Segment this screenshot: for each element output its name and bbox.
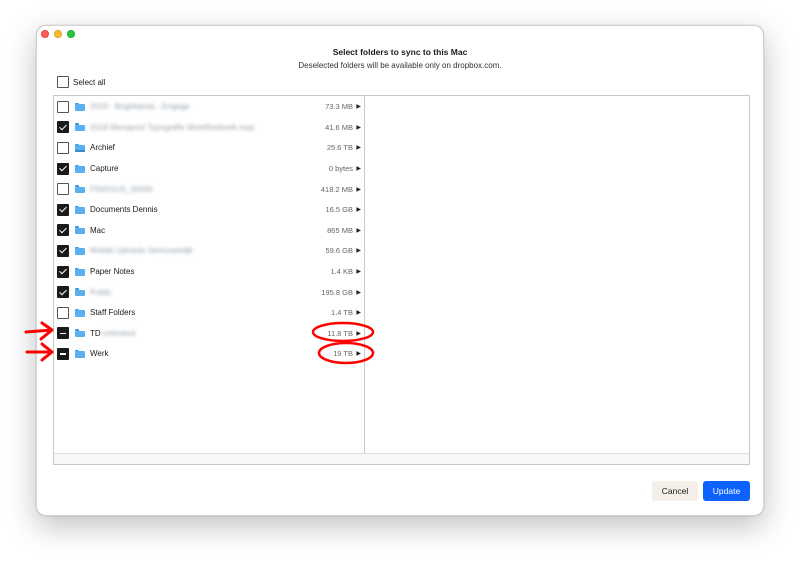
- folder-size: 59.6 GB: [325, 246, 353, 256]
- chevron-right-icon[interactable]: ▶: [356, 330, 361, 337]
- folder-icon: [75, 288, 85, 297]
- folder-checkbox[interactable]: [57, 347, 69, 360]
- folder-row[interactable]: 2018 Menapool Typografie Workflowboek ma…: [54, 117, 365, 138]
- dialog-subtitle: Deselected folders will be available onl…: [298, 61, 502, 70]
- folder-name: Documents Dennis: [90, 205, 158, 215]
- select-all-checkbox[interactable]: [57, 76, 69, 88]
- folder-checkbox[interactable]: [57, 183, 69, 196]
- folder-row[interactable]: 2019 - Brightlands - Engage 73.3 MB ▶: [54, 97, 365, 118]
- folder-row[interactable]: Public 195.8 GB ▶: [54, 282, 365, 303]
- folder-name: Werk: [90, 349, 109, 359]
- folder-checkbox[interactable]: [57, 265, 69, 278]
- chevron-right-icon[interactable]: ▶: [356, 309, 361, 316]
- folder-checkbox[interactable]: [57, 121, 69, 134]
- folder-size: 0 bytes: [328, 164, 353, 174]
- chevron-right-icon[interactable]: ▶: [356, 144, 361, 151]
- folder-checkbox[interactable]: [57, 224, 69, 237]
- window-controls: [41, 30, 75, 38]
- dialog-title: Select folders to sync to this Mac: [332, 47, 468, 57]
- selective-sync-dialog: Select folders to sync to this Mac Desel…: [36, 25, 764, 516]
- update-button[interactable]: Update: [703, 481, 750, 501]
- horizontal-scrollbar[interactable]: [54, 453, 749, 464]
- folder-icon: [75, 226, 85, 235]
- folder-row[interactable]: Documents Dennis 16.5 GB ▶: [54, 200, 365, 221]
- folder-icon: [75, 205, 85, 214]
- folder-size: 73.3 MB: [325, 102, 353, 112]
- chevron-right-icon[interactable]: ▶: [356, 103, 361, 110]
- folder-name: TD: [90, 328, 101, 338]
- folder-icon: [75, 185, 85, 194]
- folder-icon: [75, 267, 85, 276]
- folder-row[interactable]: Archief 25.6 TB ▶: [54, 138, 365, 159]
- folder-size: 195.8 GB: [321, 287, 353, 297]
- folder-checkbox[interactable]: [57, 203, 69, 216]
- select-all-label: Select all: [73, 77, 106, 87]
- folder-row[interactable]: Mobile Uploads Vertrouwelijk 59.6 GB ▶: [54, 241, 365, 262]
- folder-checkbox[interactable]: [57, 286, 69, 299]
- folder-icon: [75, 329, 85, 338]
- folder-row[interactable]: FINDOUS_00000 418.2 MB ▶: [54, 179, 365, 200]
- folder-name: Staff Folders: [90, 308, 136, 318]
- close-window-button[interactable]: [41, 30, 49, 38]
- folder-size: 1.4 KB: [330, 267, 353, 277]
- maximize-window-button[interactable]: [67, 30, 75, 38]
- cancel-button[interactable]: Cancel: [652, 481, 698, 501]
- folder-size: 11.8 TB: [327, 328, 353, 338]
- chevron-right-icon[interactable]: ▶: [356, 124, 361, 131]
- folder-row[interactable]: Mac 865 MB ▶: [54, 220, 365, 241]
- folder-checkbox[interactable]: [57, 327, 69, 340]
- select-all[interactable]: Select all: [57, 76, 105, 88]
- chevron-right-icon[interactable]: ▶: [356, 227, 361, 234]
- folder-browser: 2019 - Brightlands - Engage 73.3 MB ▶ 2018 …: [53, 95, 750, 465]
- folder-icon: [75, 308, 85, 317]
- folder-row[interactable]: Staff Folders 1.4 TB ▶: [54, 303, 365, 324]
- chevron-right-icon[interactable]: ▶: [356, 289, 361, 296]
- folder-list-column: 2019 - Brightlands - Engage 73.3 MB ▶ 2018 …: [54, 96, 365, 454]
- folder-name: FINDOUS_00000: [90, 184, 153, 194]
- folder-name: Paper Notes: [90, 267, 135, 277]
- folder-size: 19 TB: [333, 349, 353, 359]
- folder-size: 1.4 TB: [331, 308, 353, 318]
- folder-name: Mobile Uploads Vertrouwelijk: [90, 246, 193, 256]
- folder-checkbox[interactable]: [57, 141, 69, 154]
- folder-row[interactable]: TD Unlimited 11.8 TB ▶: [54, 323, 365, 344]
- folder-checkbox[interactable]: [57, 306, 69, 319]
- folder-icon: [75, 164, 85, 173]
- folder-name: 2019 - Brightlands - Engage: [90, 102, 190, 112]
- folder-icon: [75, 143, 85, 152]
- chevron-right-icon[interactable]: ▶: [356, 268, 361, 275]
- folder-size: 418.2 MB: [320, 184, 353, 194]
- folder-checkbox[interactable]: [57, 162, 69, 175]
- folder-size: 16.5 GB: [325, 205, 353, 215]
- folder-size: 41.6 MB: [325, 122, 353, 132]
- folder-name-redacted: Unlimited: [101, 328, 136, 338]
- minimize-window-button[interactable]: [54, 30, 62, 38]
- folder-name: Mac: [90, 225, 106, 235]
- folder-name: Archief: [90, 143, 115, 153]
- folder-name: Public: [90, 287, 112, 297]
- chevron-right-icon[interactable]: ▶: [356, 206, 361, 213]
- folder-icon: [75, 349, 85, 358]
- folder-icon: [75, 102, 85, 111]
- folder-row[interactable]: Capture 0 bytes ▶: [54, 158, 365, 179]
- folder-checkbox[interactable]: [57, 100, 69, 113]
- folder-size: 25.6 TB: [326, 143, 353, 153]
- folder-size: 865 MB: [327, 225, 353, 235]
- folder-row[interactable]: Werk 19 TB ▶: [54, 344, 365, 365]
- chevron-right-icon[interactable]: ▶: [356, 186, 361, 193]
- folder-icon: [75, 246, 85, 255]
- chevron-right-icon[interactable]: ▶: [356, 165, 361, 172]
- folder-name: Capture: [90, 164, 119, 174]
- folder-checkbox[interactable]: [57, 244, 69, 257]
- folder-icon: [75, 123, 85, 132]
- chevron-right-icon[interactable]: ▶: [356, 247, 361, 254]
- folder-row[interactable]: Paper Notes 1.4 KB ▶: [54, 261, 365, 282]
- folder-name: 2018 Menapool Typografie Workflowboek ma…: [90, 122, 255, 132]
- chevron-right-icon[interactable]: ▶: [356, 350, 361, 357]
